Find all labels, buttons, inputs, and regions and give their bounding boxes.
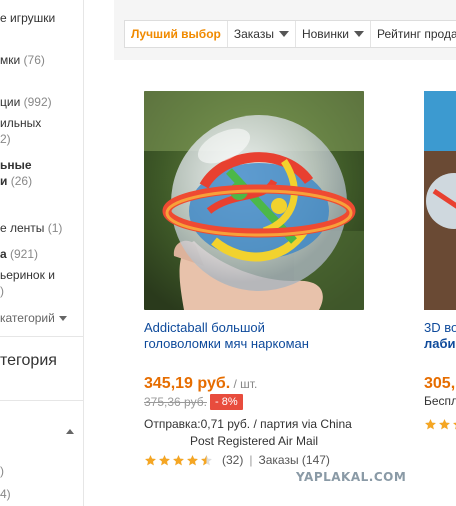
discount-badge: - 8% (210, 394, 243, 410)
sidebar-item[interactable]: е игрушки (0, 11, 55, 25)
sort-tab-best-match[interactable]: Лучший выбор (125, 21, 228, 47)
order-count[interactable]: Заказы (147) (258, 453, 329, 467)
sidebar-item[interactable]: ьеринок и (0, 268, 55, 282)
sidebar-item[interactable]: а (921) (0, 247, 38, 261)
review-count[interactable]: (32) (222, 453, 243, 467)
sidebar-item[interactable]: ) (0, 284, 4, 298)
original-price: 375,36 руб. (144, 395, 207, 409)
star-icon (201, 454, 212, 465)
separator: | (249, 453, 253, 467)
caret-down-icon (278, 31, 289, 37)
sidebar-item[interactable]: ) (0, 464, 4, 478)
star-icon (425, 419, 436, 430)
chevron-up-icon[interactable] (66, 429, 74, 434)
star-icon (453, 422, 456, 430)
chevron-down-icon (58, 316, 67, 322)
product-title-link[interactable]: Addictaball большой головоломки мяч нарк… (144, 320, 344, 352)
category-sidebar: е игрушки мки (76) ции (992) ильных 2) ь… (0, 0, 84, 506)
sort-tab-orders[interactable]: Заказы (228, 21, 296, 47)
divider (0, 336, 83, 337)
star-rating (424, 418, 456, 431)
divider (0, 400, 83, 401)
product-price: 345,19 руб. / шт. (144, 375, 258, 392)
sidebar-item[interactable]: ции (992) (0, 95, 52, 109)
star-icon (145, 454, 156, 465)
product-image[interactable] (424, 91, 456, 310)
product-price: 305, (424, 375, 456, 392)
sort-bar: Лучший выбор Заказы Новинки Рейтинг прод… (124, 20, 456, 48)
product-image[interactable] (144, 91, 364, 310)
star-icon (159, 454, 170, 465)
star-icon (173, 454, 184, 465)
more-categories-toggle[interactable]: категорий (0, 311, 67, 325)
product-photo-partial (424, 91, 456, 310)
sidebar-heading: тегория (0, 352, 57, 369)
sidebar-item[interactable]: 4) (0, 487, 11, 501)
sidebar-item[interactable]: ьные (0, 158, 32, 172)
star-rating (144, 454, 214, 467)
maze-ball-photo (144, 91, 364, 310)
free-shipping-label: Беспл (424, 394, 456, 408)
star-icon (439, 419, 450, 430)
sidebar-item[interactable]: и (26) (0, 174, 32, 188)
sidebar-item[interactable]: мки (76) (0, 53, 45, 67)
rating-row: (32) | Заказы (147) (144, 453, 330, 467)
product-title-link[interactable]: 3D во лаби (424, 320, 456, 352)
sidebar-item[interactable]: 2) (0, 132, 11, 146)
caret-down-icon (353, 31, 364, 37)
sort-tab-newest[interactable]: Новинки (296, 21, 371, 47)
star-icon (187, 454, 198, 465)
sort-tab-seller-rating[interactable]: Рейтинг прода (371, 21, 456, 47)
sidebar-item[interactable]: ильных (0, 116, 41, 130)
watermark: YAPLAKAL.COM (296, 470, 407, 484)
sidebar-item[interactable]: е ленты (1) (0, 221, 62, 235)
shipping-info: Отправка:0,71 руб. / партия via China Po… (144, 417, 352, 448)
